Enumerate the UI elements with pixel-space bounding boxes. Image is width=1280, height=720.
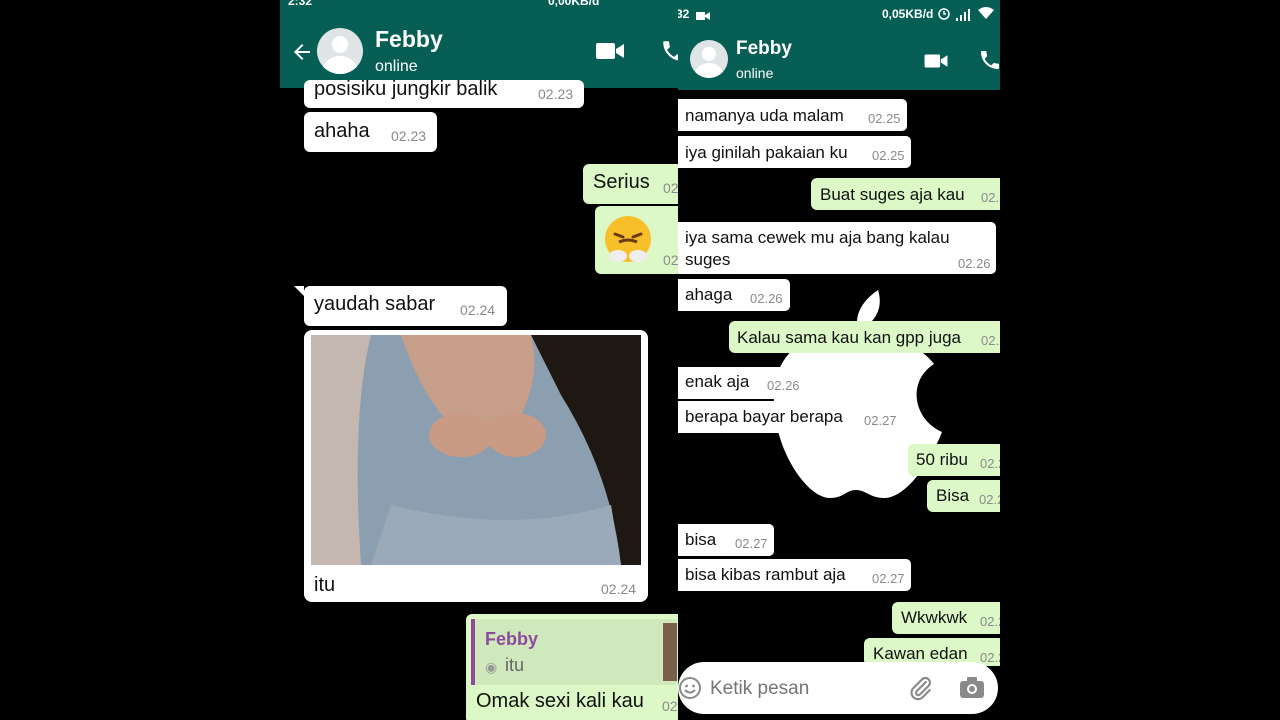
contact-name[interactable]: Febby: [375, 26, 443, 53]
message-bubble-incoming[interactable]: iya ginilah pakaian ku 02.25: [678, 136, 911, 168]
message-time: 02.2: [981, 333, 1000, 348]
camera-icon: ◉: [485, 659, 498, 675]
message-bubble-incoming[interactable]: bisa 02.27: [678, 524, 774, 556]
message-text: enak aja: [685, 372, 750, 391]
message-text: posisiku jungkir balik: [314, 80, 498, 100]
message-time: 02.2: [981, 190, 1000, 205]
contact-status: online: [375, 58, 418, 75]
message-time: 02.25: [872, 148, 905, 163]
quote-accent-bar: [471, 619, 475, 685]
wifi-icon: [978, 6, 994, 25]
message-text: bisa: [685, 530, 717, 549]
right-chat-screenshot: 32 0,05KB/d Febby online namanya uda mal…: [678, 0, 1000, 720]
steaming-face-emoji-icon: [601, 212, 655, 266]
message-time: 02.27: [735, 536, 768, 551]
message-time: 02.24: [601, 581, 637, 597]
quoted-message[interactable]: Febby ◉ itu: [471, 619, 677, 685]
message-text: ahaga: [685, 285, 733, 304]
message-text: iya ginilah pakaian ku: [685, 143, 848, 162]
message-text: Buat suges aja kau: [820, 185, 965, 204]
message-bubble-incoming[interactable]: enak aja 02.26: [678, 367, 806, 399]
message-text: namanya uda malam: [685, 106, 844, 125]
message-time: 02.2: [979, 492, 1000, 507]
message-time: 02.2: [980, 650, 1000, 665]
voice-call-icon[interactable]: [660, 38, 678, 69]
message-text-line2: suges: [685, 250, 731, 269]
quoted-sender: Febby: [485, 629, 539, 649]
attachment-paperclip-icon[interactable]: [908, 675, 934, 706]
message-bubble-outgoing[interactable]: Serius 02: [583, 164, 678, 204]
bubble-tail: [294, 286, 304, 296]
contact-avatar[interactable]: [690, 40, 728, 78]
voice-call-icon[interactable]: [978, 48, 1000, 77]
message-text: iya sama cewek mu aja bang kalau: [685, 228, 950, 247]
message-bubble-outgoing[interactable]: Kalau sama kau kan gpp juga 02.2: [729, 321, 1000, 353]
message-time: 02.2: [980, 456, 1000, 471]
signal-icon: [956, 8, 972, 26]
message-text: Bisa: [936, 486, 970, 505]
video-call-icon[interactable]: [923, 52, 949, 75]
contact-avatar[interactable]: [317, 28, 363, 74]
message-time: 02.2: [980, 614, 1000, 629]
message-time: 02.27: [864, 413, 897, 428]
video-call-icon[interactable]: [595, 40, 625, 67]
message-text: berapa bayar berapa: [685, 407, 843, 426]
message-time: 02.26: [767, 378, 800, 393]
video-notification-icon: [696, 8, 710, 26]
message-bubble-incoming[interactable]: berapa bayar berapa 02.27: [678, 401, 911, 433]
contact-name[interactable]: Febby: [736, 38, 792, 60]
message-input-bar[interactable]: [678, 662, 998, 714]
message-bubble-incoming[interactable]: namanya uda malam 02.25: [678, 99, 907, 131]
emoji-icon[interactable]: [678, 676, 702, 705]
image-caption: itu: [314, 574, 336, 596]
message-bubble-incoming[interactable]: yaudah sabar 02.24: [304, 286, 507, 326]
message-bubble-incoming[interactable]: ahaga 02.26: [678, 279, 790, 311]
message-time: 02: [663, 252, 678, 268]
message-bubble-outgoing[interactable]: 50 ribu 02.2: [908, 444, 1000, 476]
status-network-speed: 0,00KB/d: [548, 0, 600, 8]
message-time: 02.23: [538, 86, 574, 102]
quoted-text: itu: [505, 655, 525, 675]
message-bubble-outgoing-emoji[interactable]: 02: [595, 206, 678, 274]
message-bubble-incoming[interactable]: posisiku jungkir balik 02.23: [304, 80, 584, 108]
message-bubble-outgoing[interactable]: Buat suges aja kau 02.2: [811, 178, 1000, 210]
message-time: 02.26: [750, 291, 783, 306]
message-text: ahaha: [314, 120, 370, 142]
message-time: 02.25: [868, 111, 901, 126]
message-time: 02.23: [391, 128, 427, 144]
message-time: 02.27: [872, 571, 905, 586]
message-time: 02.24: [460, 302, 496, 318]
message-bubble-outgoing[interactable]: Wkwkwk 02.2: [892, 602, 1000, 634]
alarm-icon: [937, 7, 951, 26]
message-text: Kawan edan: [873, 644, 968, 663]
message-text: yaudah sabar: [314, 293, 436, 315]
message-time: 02: [663, 180, 678, 196]
message-text: bisa kibas rambut aja: [685, 565, 846, 584]
message-text: Kalau sama kau kan gpp juga: [737, 328, 961, 347]
message-text: Wkwkwk: [901, 608, 968, 627]
message-bubble-incoming[interactable]: iya sama cewek mu aja bang kalau suges 0…: [678, 222, 996, 274]
message-bubble-incoming[interactable]: bisa kibas rambut aja 02.27: [678, 559, 911, 591]
message-text: Omak sexi kali kau: [476, 690, 644, 712]
message-time: 02.26: [958, 256, 991, 271]
left-chat-screenshot: 2:32 0,00KB/d Febby online posisiku jung…: [280, 0, 678, 720]
message-bubble-outgoing[interactable]: Bisa 02.2: [927, 480, 1000, 512]
message-text: 50 ribu: [916, 450, 968, 469]
attached-photo[interactable]: [311, 335, 641, 565]
back-arrow-icon[interactable]: [290, 40, 314, 69]
quoted-thumbnail: [663, 623, 677, 681]
message-bubble-outgoing-reply[interactable]: Febby ◉ itu Omak sexi kali kau 02: [466, 614, 678, 720]
message-input[interactable]: [708, 674, 902, 704]
message-bubble-incoming-image[interactable]: itu 02.24: [304, 330, 648, 602]
message-time: 02: [662, 698, 678, 714]
message-text: Serius: [593, 171, 650, 193]
camera-icon[interactable]: [959, 676, 985, 705]
message-bubble-incoming[interactable]: ahaha 02.23: [304, 112, 437, 152]
contact-status: online: [736, 65, 774, 81]
